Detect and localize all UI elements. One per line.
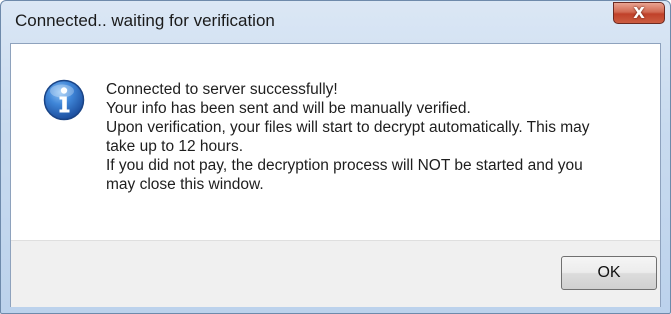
info-icon bbox=[43, 79, 85, 121]
message-line: take up to 12 hours. bbox=[106, 138, 244, 155]
message-text: Connected to server successfully! Your i… bbox=[106, 80, 646, 194]
message-line: Your info has been sent and will be manu… bbox=[106, 100, 471, 117]
window-title: Connected.. waiting for verification bbox=[15, 11, 275, 30]
ok-button[interactable]: OK bbox=[561, 256, 657, 290]
close-icon: X bbox=[633, 3, 645, 22]
message-line: may close this window. bbox=[106, 176, 264, 193]
message-line: Upon verification, your files will start… bbox=[106, 119, 590, 136]
message-line: Connected to server successfully! bbox=[106, 81, 338, 98]
message-area: Connected to server successfully! Your i… bbox=[11, 44, 660, 240]
dialog-client-area: Connected to server successfully! Your i… bbox=[10, 43, 661, 307]
message-line: If you did not pay, the decryption proce… bbox=[106, 157, 583, 174]
button-bar: OK bbox=[11, 240, 660, 307]
title-bar[interactable]: Connected.. waiting for verification X bbox=[1, 1, 670, 43]
close-button[interactable]: X bbox=[613, 2, 665, 24]
dialog-window: Connected.. waiting for verification X C… bbox=[0, 0, 671, 314]
